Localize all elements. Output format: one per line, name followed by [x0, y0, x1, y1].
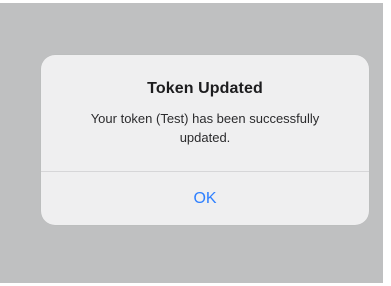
ok-button[interactable]: OK: [41, 172, 369, 225]
alert-content: Token Updated Your token (Test) has been…: [41, 55, 369, 170]
alert-dialog: Token Updated Your token (Test) has been…: [41, 55, 369, 225]
alert-title: Token Updated: [147, 80, 263, 97]
alert-message: Your token (Test) has been successfully …: [90, 111, 320, 145]
dimmed-background: Token Updated Your token (Test) has been…: [0, 0, 387, 283]
